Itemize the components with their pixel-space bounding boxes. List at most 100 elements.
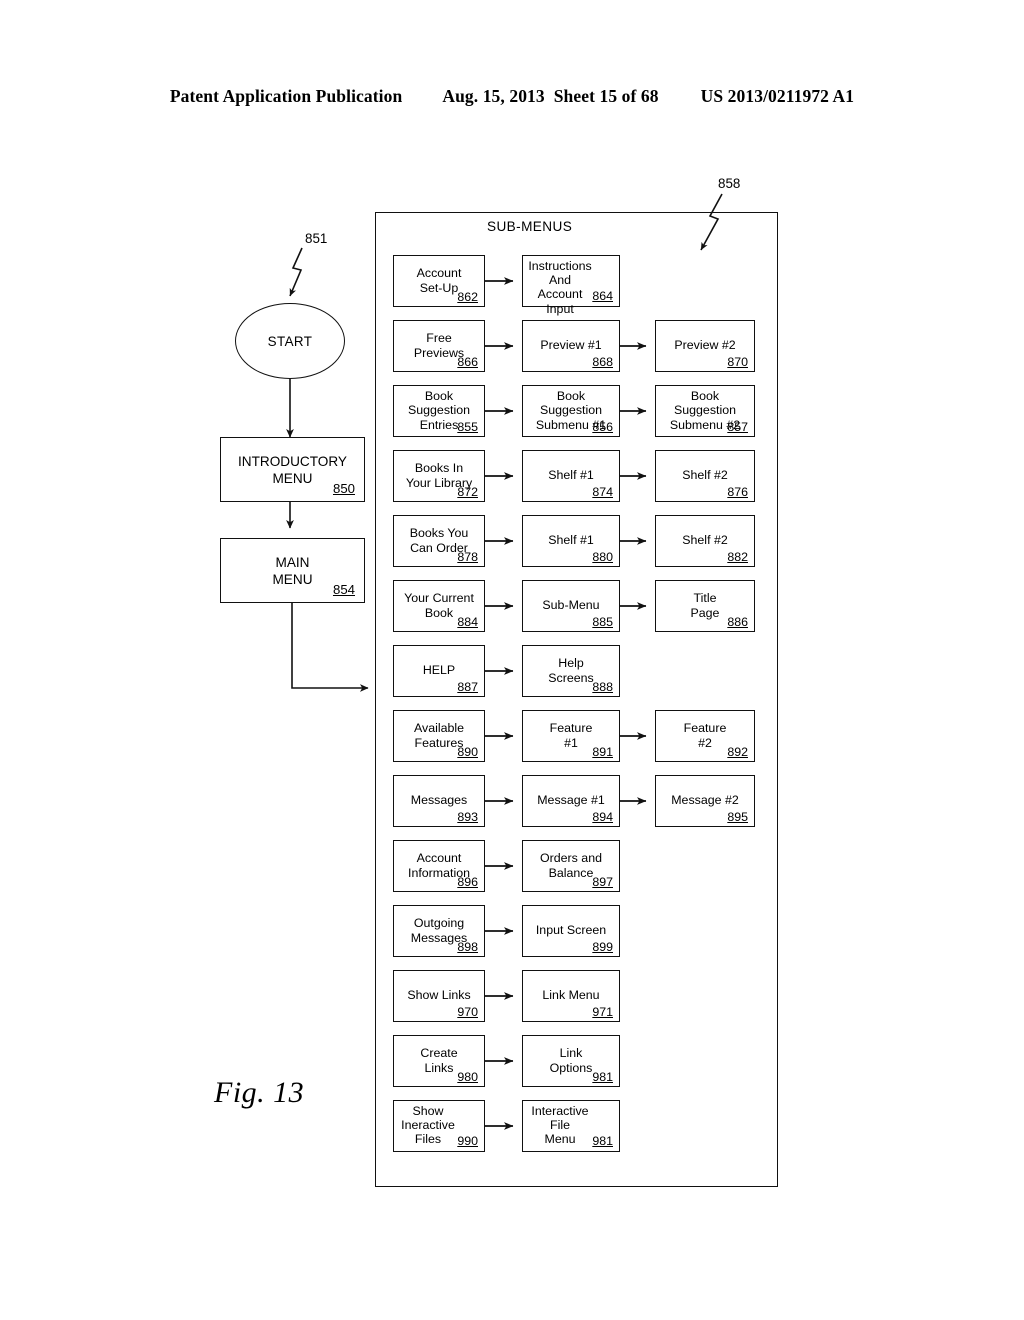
reference-851: 851	[305, 231, 328, 246]
header-date: Aug. 15, 2013	[442, 86, 545, 106]
submenu-box-ref-884: 884	[457, 614, 478, 629]
submenu-box-ref-887: 887	[457, 679, 478, 694]
submenu-box-label-894: Message #1	[537, 793, 605, 808]
submenu-box-882: Shelf #2 882	[655, 515, 755, 567]
submenu-box-981: Interactive File Menu 981	[522, 1100, 620, 1152]
introductory-menu-ref: 850	[332, 481, 355, 496]
submenu-box-label-970: Show Links	[407, 988, 471, 1003]
figure-label: Fig. 13	[214, 1076, 305, 1109]
submenu-box-ref-980: 980	[457, 1069, 478, 1084]
submenu-box-ref-890: 890	[457, 744, 478, 759]
submenu-box-ref-990: 990	[457, 1133, 478, 1148]
introductory-menu-box: INTRODUCTORY MENU 850	[220, 437, 365, 502]
submenu-box-label-888: Help Screens	[548, 656, 594, 685]
submenu-box-885: Sub-Menu 885	[522, 580, 620, 632]
submenu-box-970: Show Links 970	[393, 970, 485, 1022]
submenu-box-ref-885: 885	[592, 614, 613, 629]
submenu-box-872: Books In Your Library 872	[393, 450, 485, 502]
submenu-box-ref-971: 971	[592, 1004, 613, 1019]
submenu-box-862: Account Set-Up 862	[393, 255, 485, 307]
main-menu-ref: 854	[332, 582, 355, 597]
submenu-box-label-981: Link Options	[549, 1046, 593, 1075]
submenu-box-874: Shelf #1 874	[522, 450, 620, 502]
submenu-box-label-882: Shelf #2	[682, 533, 728, 548]
submenu-box-868: Preview #1 868	[522, 320, 620, 372]
submenu-box-label-880: Shelf #1	[548, 533, 594, 548]
submenu-box-895: Message #2 895	[655, 775, 755, 827]
submenu-box-886: Title Page 886	[655, 580, 755, 632]
submenu-box-ref-897: 897	[592, 874, 613, 889]
submenu-box-ref-891: 891	[592, 744, 613, 759]
header-sheet: Sheet 15 of 68	[553, 86, 659, 106]
submenu-box-label-876: Shelf #2	[682, 468, 728, 483]
submenu-box-ref-857: 857	[727, 419, 748, 434]
submenu-box-label-862: Account Set-Up	[416, 266, 462, 295]
submenu-box-ref-872: 872	[457, 484, 478, 499]
submenu-box-label-868: Preview #1	[540, 338, 602, 353]
main-menu-box: MAIN MENU 854	[220, 538, 365, 603]
submenu-box-ref-868: 868	[592, 354, 613, 369]
submenu-box-855: Book Suggestion Entries 855	[393, 385, 485, 437]
submenu-box-ref-896: 896	[457, 874, 478, 889]
submenu-box-ref-899: 899	[592, 939, 613, 954]
submenu-box-878: Books You Can Order 878	[393, 515, 485, 567]
submenu-box-ref-864: 864	[592, 288, 613, 303]
start-node: START	[235, 303, 345, 379]
submenu-box-990: Show Ineractive Files 990	[393, 1100, 485, 1152]
submenu-box-892: Feature #2 892	[655, 710, 755, 762]
submenu-box-857: Book Suggestion Submenu #2 857	[655, 385, 755, 437]
submenu-box-ref-892: 892	[727, 744, 748, 759]
submenu-box-ref-855: 855	[457, 419, 478, 434]
submenu-box-866: Free Previews 866	[393, 320, 485, 372]
patent-sheet: Patent Application Publication Aug. 15, …	[0, 0, 1024, 1320]
submenu-box-ref-856: 856	[592, 419, 613, 434]
submenu-box-label-864: Instructions And Account Input	[528, 259, 592, 316]
submenu-box-888: Help Screens 888	[522, 645, 620, 697]
submenu-box-label-887: HELP	[422, 663, 456, 678]
submenu-box-label-870: Preview #2	[674, 338, 736, 353]
submenu-box-label-885: Sub-Menu	[542, 598, 600, 613]
submenu-box-ref-893: 893	[457, 809, 478, 824]
reference-858: 858	[718, 176, 741, 191]
submenu-box-880: Shelf #1 880	[522, 515, 620, 567]
arrow-main-to-submenus	[291, 603, 369, 692]
submenu-box-884: Your Current Book 884	[393, 580, 485, 632]
submenu-box-890: Available Features 890	[393, 710, 485, 762]
submenu-box-ref-874: 874	[592, 484, 613, 499]
submenu-box-ref-981: 981	[592, 1069, 613, 1084]
submenu-box-891: Feature #1 891	[522, 710, 620, 762]
submenu-box-876: Shelf #2 876	[655, 450, 755, 502]
submenu-box-898: Outgoing Messages 898	[393, 905, 485, 957]
submenu-box-label-971: Link Menu	[542, 988, 600, 1003]
submenu-box-label-892: Feature #2	[683, 721, 727, 750]
main-menu-label: MAIN MENU	[272, 554, 313, 587]
submenu-box-label-899: Input Screen	[535, 923, 607, 938]
submenus-title: SUB-MENUS	[487, 219, 573, 234]
submenu-box-ref-888: 888	[592, 679, 613, 694]
submenu-box-ref-876: 876	[727, 484, 748, 499]
submenu-box-893: Messages 893	[393, 775, 485, 827]
submenu-box-ref-898: 898	[457, 939, 478, 954]
submenu-box-971: Link Menu 971	[522, 970, 620, 1022]
submenu-box-894: Message #1 894	[522, 775, 620, 827]
submenu-box-label-980: Create Links	[420, 1046, 458, 1075]
submenu-box-label-891: Feature #1	[549, 721, 593, 750]
submenu-box-ref-882: 882	[727, 549, 748, 564]
lead-line-851	[289, 247, 303, 297]
submenu-box-ref-895: 895	[727, 809, 748, 824]
submenu-box-ref-981: 981	[592, 1133, 613, 1148]
submenu-box-ref-866: 866	[457, 354, 478, 369]
submenu-box-899: Input Screen 899	[522, 905, 620, 957]
submenu-box-label-893: Messages	[410, 793, 468, 808]
submenu-box-label-886: Title Page	[690, 591, 720, 620]
submenu-box-980: Create Links 980	[393, 1035, 485, 1087]
submenu-box-897: Orders and Balance 897	[522, 840, 620, 892]
start-label: START	[267, 333, 313, 349]
header-patent-number: US 2013/0211972 A1	[700, 86, 855, 106]
submenu-box-ref-878: 878	[457, 549, 478, 564]
header-date-sheet: Aug. 15, 2013 Sheet 15 of 68	[442, 86, 658, 107]
submenu-box-864: Instructions And Account Input 864	[522, 255, 620, 316]
submenu-box-ref-886: 886	[727, 614, 748, 629]
submenu-box-981: Link Options 981	[522, 1035, 620, 1087]
submenu-box-ref-880: 880	[592, 549, 613, 564]
